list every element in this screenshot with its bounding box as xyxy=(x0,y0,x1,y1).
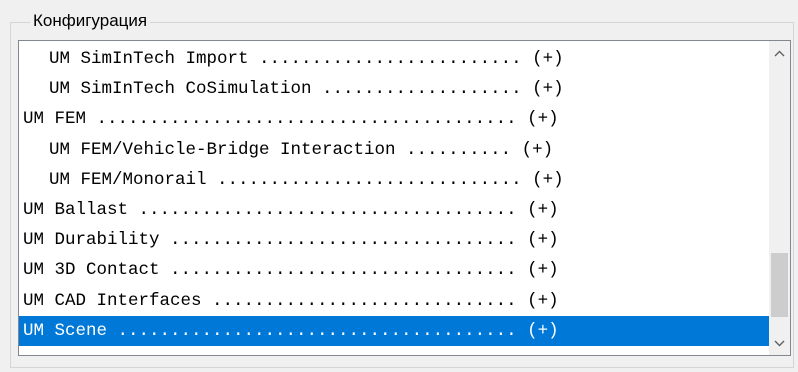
list-item[interactable]: UM 3D Contact ..........................… xyxy=(19,255,770,285)
list-item[interactable]: UM SimInTech CoSimulation ..............… xyxy=(19,74,770,104)
list-item[interactable]: UM Ballast .............................… xyxy=(19,195,770,225)
list-item-label: UM FEM .................................… xyxy=(23,109,559,130)
list-item-label: UM SimInTech CoSimulation ..............… xyxy=(49,79,564,100)
chevron-up-icon xyxy=(774,50,785,56)
list-item[interactable]: UM CAD Interfaces ......................… xyxy=(19,286,770,316)
list-item-label: UM FEM/Monorail ........................… xyxy=(49,169,564,190)
list-item-label: UM Ballast .............................… xyxy=(23,200,559,221)
list-item[interactable]: UM Durability ..........................… xyxy=(19,225,770,255)
group-title: Конфигурация xyxy=(30,10,151,32)
list-item[interactable]: UM FEM/Vehicle-Bridge Interaction ......… xyxy=(19,135,770,165)
scroll-down-button[interactable] xyxy=(769,331,790,355)
chevron-down-icon xyxy=(774,340,785,346)
list-item-label: UM Durability ..........................… xyxy=(23,230,559,251)
list-item-label: UM Scene ...............................… xyxy=(23,320,559,341)
list-item-label: UM FEM/Vehicle-Bridge Interaction ......… xyxy=(49,139,554,160)
list-item[interactable]: UM SimInTech Import ....................… xyxy=(19,44,770,74)
list-item[interactable]: UM FEM .................................… xyxy=(19,104,770,134)
configuration-list: UM SimInTech Import ....................… xyxy=(19,44,770,346)
list-item[interactable]: UM FEM/Monorail ........................… xyxy=(19,165,770,195)
list-item-label: UM CAD Interfaces ......................… xyxy=(23,290,559,311)
list-item[interactable]: UM Scene ...............................… xyxy=(19,315,770,346)
list-item-label: UM SimInTech Import ....................… xyxy=(49,49,564,70)
scroll-thumb[interactable] xyxy=(771,253,788,317)
configuration-listbox[interactable]: UM SimInTech Import ....................… xyxy=(18,40,791,356)
list-item-label: UM 3D Contact ..........................… xyxy=(23,260,559,281)
vertical-scrollbar[interactable] xyxy=(769,41,790,355)
scroll-up-button[interactable] xyxy=(769,41,790,65)
